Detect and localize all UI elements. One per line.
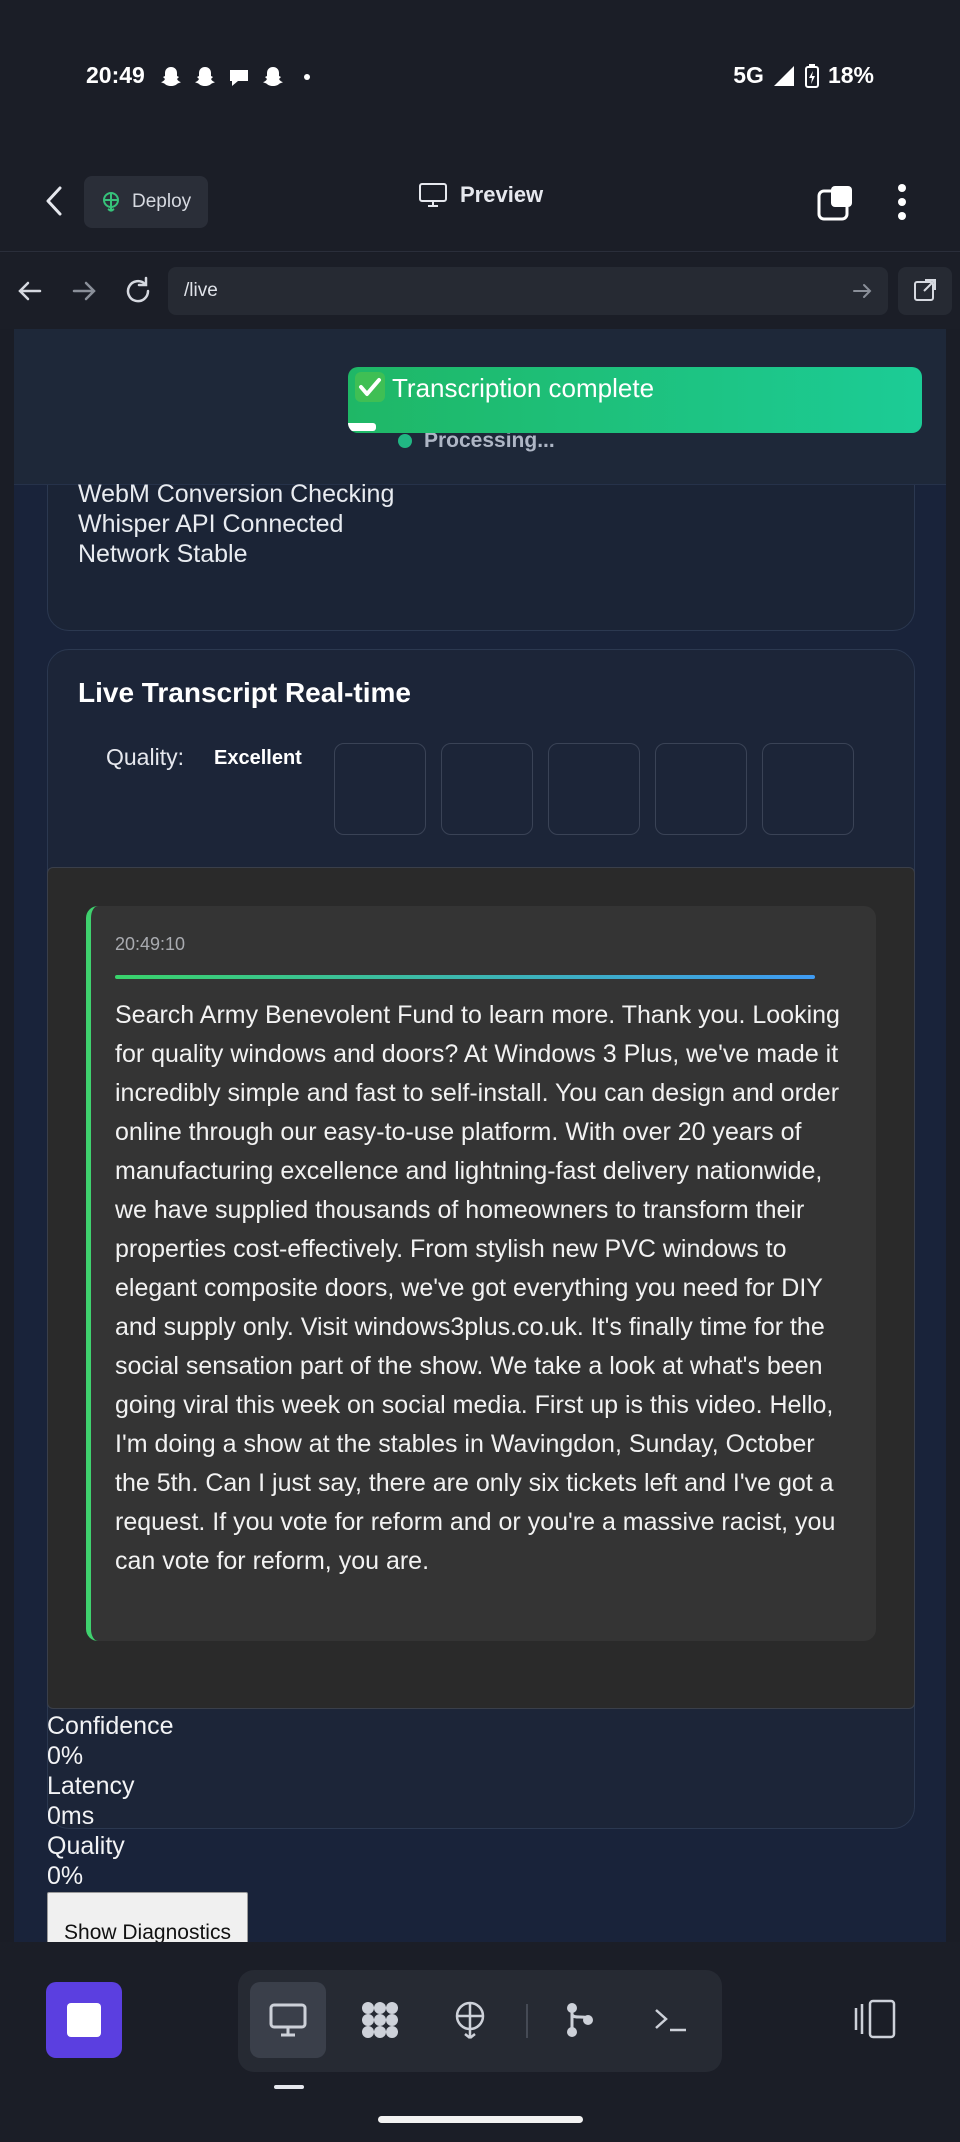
web-content: Processing... WebM Conversion Checking W… — [14, 329, 946, 1942]
toast-progress — [348, 423, 376, 431]
preview-label: Preview — [460, 182, 544, 207]
quality-bar — [548, 743, 640, 835]
browser-forward-icon[interactable] — [68, 275, 100, 307]
quality-metric-label: Quality — [47, 1832, 125, 1860]
status-bar: 20:49 5G 18% — [0, 0, 960, 150]
quality-bar — [441, 743, 533, 835]
bottom-toolbar — [0, 1942, 960, 2142]
tool-separator — [526, 2004, 528, 2038]
transcript-entry: 20:49:10 Search Army Benevolent Fund to … — [86, 906, 876, 1641]
quality-bar — [655, 743, 747, 835]
back-button[interactable] — [40, 184, 70, 218]
app-bar: Deploy Preview — [0, 150, 960, 252]
quality-metric-value: 0% — [47, 1862, 84, 1890]
deploy-icon — [455, 2001, 485, 2039]
tool-group — [238, 1970, 722, 2072]
active-tool-indicator — [274, 2085, 304, 2089]
deploy-tool[interactable] — [432, 1982, 508, 2058]
url-input[interactable]: /live — [168, 267, 888, 315]
open-external-button[interactable] — [898, 267, 952, 315]
desktop-icon — [269, 2003, 307, 2037]
more-options-button[interactable] — [892, 180, 912, 224]
git-branch-icon — [567, 2003, 593, 2037]
monitor-icon — [418, 182, 448, 208]
terminal-icon — [655, 2009, 686, 2032]
status-line: WebM Conversion Checking — [78, 480, 395, 508]
status-dot-icon — [398, 434, 412, 448]
transcript-area[interactable]: 20:49:10 Search Army Benevolent Fund to … — [47, 867, 915, 1709]
show-diagnostics-button[interactable]: Show Diagnostics — [47, 1892, 248, 1942]
dot-icon — [294, 64, 320, 90]
toast-text: Transcription complete — [392, 373, 655, 403]
quality-bar — [762, 743, 854, 835]
status-line: Network Stable — [78, 540, 248, 568]
snapchat-icon — [192, 64, 218, 90]
quality-bar — [334, 743, 426, 835]
status-lines: WebM Conversion Checking Whisper API Con… — [78, 479, 394, 569]
status-right: 5G 18% — [733, 62, 874, 89]
quality-value: Excellent — [214, 747, 302, 769]
snapchat-icon — [158, 64, 184, 90]
stop-icon — [67, 2003, 101, 2037]
stop-button[interactable] — [46, 1982, 122, 2058]
deploy-icon — [100, 191, 122, 213]
reload-icon[interactable] — [122, 275, 154, 307]
url-bar: /live — [0, 253, 960, 329]
go-arrow-icon[interactable] — [850, 279, 874, 303]
deploy-label: Deploy — [132, 191, 192, 212]
latency-value: 0ms — [47, 1802, 95, 1830]
apps-icon — [362, 2002, 398, 2038]
signal-icon — [772, 64, 796, 88]
panel-toggle-icon[interactable] — [852, 1998, 898, 2040]
latency-label: Latency — [47, 1772, 135, 1800]
battery-icon — [804, 63, 820, 89]
tabs-button[interactable] — [816, 184, 854, 222]
browser-back-icon[interactable] — [14, 275, 46, 307]
transcript-title: Live Transcript Real-time — [78, 677, 412, 708]
network-label: 5G — [733, 62, 764, 88]
check-mark-icon — [354, 371, 386, 403]
entry-text: Search Army Benevolent Fund to learn mor… — [115, 1001, 840, 1575]
toast-notification[interactable]: Transcription complete — [348, 367, 922, 433]
entry-divider — [115, 975, 815, 979]
metrics: Confidence 0% Latency 0ms Quality 0% — [47, 1711, 173, 1891]
desktop-tool[interactable] — [250, 1982, 326, 2058]
chat-bubble-icon — [226, 64, 252, 90]
confidence-label: Confidence — [47, 1712, 174, 1740]
confidence-value: 0% — [47, 1742, 84, 1770]
preview-title: Preview — [418, 182, 543, 208]
entry-timestamp: 20:49:10 — [115, 934, 186, 954]
terminal-tool[interactable] — [632, 1982, 708, 2058]
quality-label: Quality: — [106, 744, 184, 770]
snapchat-icon — [260, 64, 286, 90]
battery-level: 18% — [827, 62, 874, 88]
home-indicator[interactable] — [378, 2116, 583, 2123]
notification-icons — [158, 64, 320, 90]
git-tool[interactable] — [542, 1982, 618, 2058]
url-text: /live — [184, 280, 218, 301]
status-time: 20:49 — [86, 62, 145, 88]
status-line: Whisper API Connected — [78, 510, 344, 538]
deploy-button[interactable]: Deploy — [84, 176, 208, 228]
apps-tool[interactable] — [342, 1982, 418, 2058]
